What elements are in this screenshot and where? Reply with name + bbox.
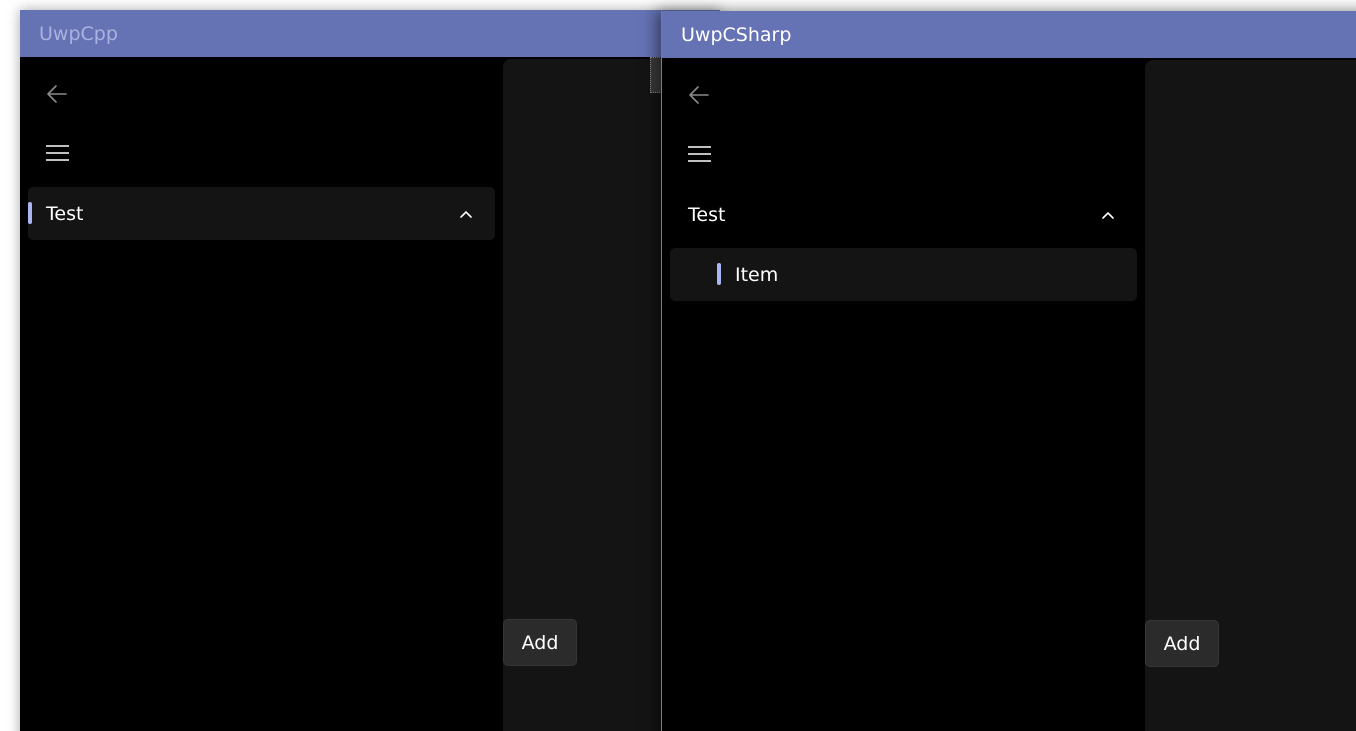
uwpcsharp-titlebar[interactable]: UwpCSharp (662, 11, 1356, 58)
selection-indicator (28, 202, 32, 224)
back-arrow-icon[interactable] (44, 82, 72, 106)
uwpcpp-window: UwpCpp Test Add (20, 10, 720, 731)
hamburger-menu-icon[interactable] (44, 142, 72, 166)
nav-item-test[interactable]: Test (670, 188, 1137, 241)
hamburger-menu-icon[interactable] (686, 143, 714, 167)
window-title: UwpCSharp (681, 24, 792, 46)
nav-item-label: Test (688, 204, 726, 226)
add-button[interactable]: Add (503, 619, 577, 666)
chevron-up-icon[interactable] (459, 206, 473, 220)
nav-item-test[interactable]: Test (28, 187, 495, 240)
add-button[interactable]: Add (1145, 620, 1219, 667)
desktop: UwpCpp Test Add UwpCSharp Test Item Add (0, 0, 1356, 731)
nav-item-item[interactable]: Item (670, 248, 1137, 301)
back-arrow-icon[interactable] (686, 83, 714, 107)
uwpcpp-titlebar[interactable]: UwpCpp (20, 10, 720, 57)
selection-indicator (717, 263, 721, 285)
nav-item-label: Test (46, 203, 84, 225)
uwpcsharp-window: UwpCSharp Test Item Add (661, 11, 1356, 731)
window-title: UwpCpp (39, 23, 118, 45)
chevron-up-icon[interactable] (1101, 207, 1115, 221)
nav-item-label: Item (735, 264, 779, 286)
content-pane: Add (1145, 60, 1356, 731)
